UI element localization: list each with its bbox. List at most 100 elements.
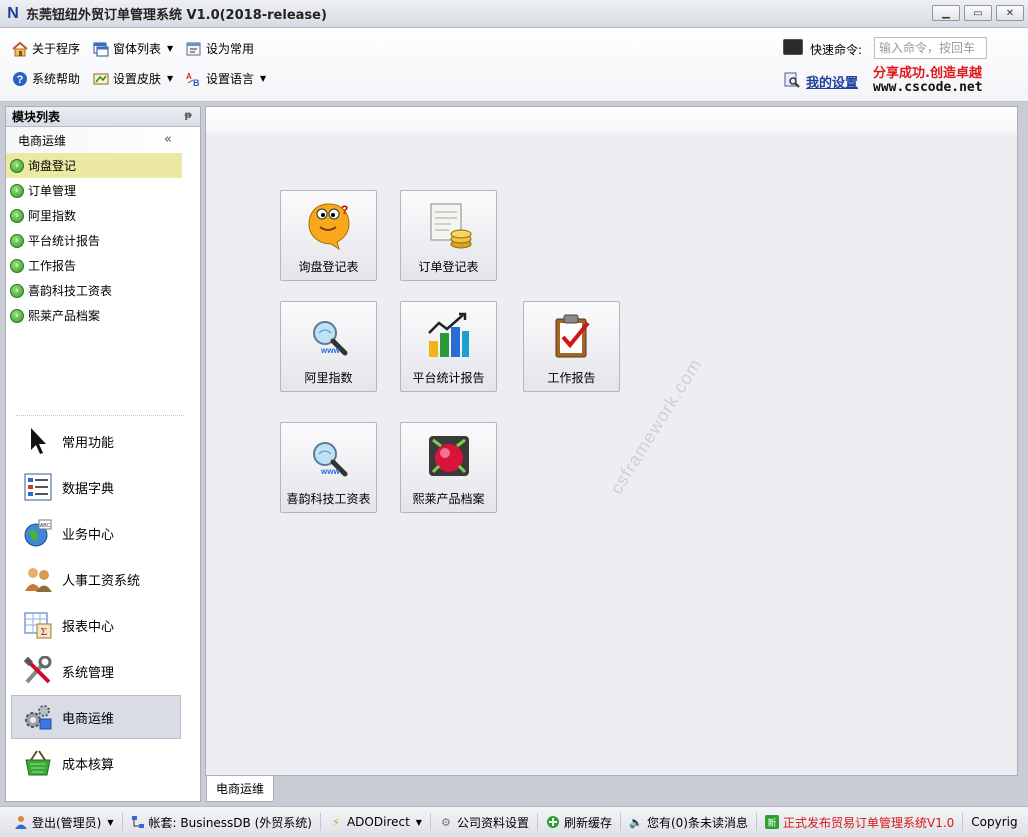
refresh-cache-button[interactable]: 刷新缓存	[538, 813, 621, 831]
my-settings-link[interactable]: 我的设置	[784, 72, 858, 91]
nav-item-label: 成本核算	[62, 757, 115, 773]
tile-label: 阿里指数	[304, 371, 353, 385]
people-icon	[22, 563, 54, 595]
tile-product-archive[interactable]: 熙莱产品档案	[400, 422, 497, 513]
messages-button[interactable]: 🔈 您有(0)条未读消息	[621, 813, 757, 831]
cursor-icon	[22, 425, 54, 457]
skin-menu[interactable]: 设置皮肤 ▼	[93, 70, 173, 87]
nav-item-ecommerce[interactable]: 电商运维	[11, 695, 181, 739]
chevron-down-icon: ▼	[415, 817, 422, 827]
logout-label: 登出(管理员)	[32, 815, 102, 830]
tile-salary[interactable]: www 喜韵科技工资表	[280, 422, 377, 513]
tile-ali-index[interactable]: www 阿里指数	[280, 301, 377, 392]
gears-icon	[22, 701, 54, 733]
window-controls: ▁ ▭ ✕	[932, 5, 1024, 21]
arrow-right-icon: ›	[10, 258, 24, 273]
account-info: 帐套: BusinessDB (外贸系统)	[123, 813, 321, 831]
company-settings-label: 公司资料设置	[456, 815, 529, 830]
help-icon: ?	[12, 71, 28, 87]
list-icon	[22, 471, 54, 503]
help-button[interactable]: ? 系统帮助	[12, 70, 80, 87]
connection-menu[interactable]: ⚡ ADODirect ▼	[321, 813, 431, 831]
module-item-label: 喜韵科技工资表	[28, 284, 113, 298]
module-item[interactable]: › 熙莱产品档案	[6, 303, 182, 328]
logout-button[interactable]: 登出(管理员) ▼	[6, 813, 123, 831]
tools-icon	[22, 655, 54, 687]
collapse-icon[interactable]: «	[164, 132, 172, 147]
window-list-menu[interactable]: 窗体列表 ▼	[93, 40, 173, 57]
svg-text:?: ?	[341, 203, 348, 217]
quick-command-input[interactable]	[874, 37, 987, 59]
gear-icon: ⚙	[441, 815, 451, 829]
chevron-down-icon: ▼	[167, 74, 174, 83]
terminal-icon	[783, 39, 803, 55]
help-label: 系统帮助	[32, 72, 81, 86]
minimize-button[interactable]: ▁	[932, 5, 960, 21]
main-content: ? 询盘登记表 订单登记表 www 阿里指数 平台统计报告 工作报告 www 喜…	[205, 106, 1018, 776]
module-panel: 模块列表 ᵽ 电商运维 « › 询盘登记 › 订单管理 › 阿里指数 › 平台统…	[5, 106, 201, 802]
speaker-icon: 🔈	[629, 815, 643, 829]
windows-icon	[93, 41, 109, 57]
nav-item-dictionary[interactable]: 数据字典	[11, 465, 181, 509]
module-item[interactable]: › 询盘登记	[6, 153, 182, 178]
ledger-coins-icon	[422, 200, 476, 250]
module-item-label: 熙莱产品档案	[28, 309, 101, 323]
nav-item-common[interactable]: 常用功能	[11, 419, 181, 463]
basket-icon	[22, 747, 54, 779]
tile-order[interactable]: 订单登记表	[400, 190, 497, 281]
tile-platform-report[interactable]: 平台统计报告	[400, 301, 497, 392]
arrow-right-icon: ›	[10, 283, 24, 298]
module-item-label: 工作报告	[28, 259, 77, 273]
form-icon	[186, 41, 202, 57]
divider	[16, 415, 184, 416]
toolbar: 关于程序 窗体列表 ▼ 设为常用 ? 系统帮助 设置皮肤 ▼ AB 设置语言 ▼…	[0, 28, 1028, 102]
set-common-button[interactable]: 设为常用	[186, 40, 254, 57]
tab-ecommerce[interactable]: 电商运维	[206, 776, 274, 802]
module-item[interactable]: › 喜韵科技工资表	[6, 278, 182, 303]
lightning-icon: ⚡	[332, 815, 340, 829]
svg-text:Σ: Σ	[41, 626, 47, 638]
svg-text:ABC: ABC	[40, 523, 51, 529]
module-item-label: 询盘登记	[28, 159, 77, 173]
account-label: 帐套: BusinessDB (外贸系统)	[148, 815, 312, 830]
nav-item-system[interactable]: 系统管理	[11, 649, 181, 693]
nav-item-business[interactable]: ABC 业务中心	[11, 511, 181, 555]
set-common-label: 设为常用	[206, 42, 255, 56]
copyright: Copyrig	[963, 813, 1025, 831]
company-settings-button[interactable]: ⚙ 公司资料设置	[431, 813, 538, 831]
nav-item-label: 报表中心	[62, 619, 115, 635]
module-item-label: 平台统计报告	[28, 234, 101, 248]
nav-item-label: 电商运维	[62, 711, 115, 727]
language-menu[interactable]: AB 设置语言 ▼	[186, 70, 266, 87]
nav-item-label: 数据字典	[62, 481, 115, 497]
nav-item-cost[interactable]: 成本核算	[11, 741, 181, 785]
plus-icon	[546, 815, 560, 829]
release-label: 正式发布贸易订单管理系统V1.0	[782, 815, 955, 830]
about-button[interactable]: 关于程序	[12, 40, 80, 57]
svg-text:?: ?	[17, 74, 24, 86]
tile-inquiry[interactable]: ? 询盘登记表	[280, 190, 377, 281]
chevron-down-icon: ▼	[107, 817, 114, 827]
nav-item-report[interactable]: Σ 报表中心	[11, 603, 181, 647]
module-item[interactable]: › 平台统计报告	[6, 228, 182, 253]
close-button[interactable]: ✕	[996, 5, 1024, 21]
module-item[interactable]: › 订单管理	[6, 178, 182, 203]
module-group-title[interactable]: 电商运维 «	[6, 127, 200, 153]
slogan-line-1: 分享成功.创造卓越	[873, 66, 982, 81]
pin-icon[interactable]: ᵽ	[185, 110, 192, 121]
tile-work-report[interactable]: 工作报告	[523, 301, 620, 392]
arrow-right-icon: ›	[10, 308, 24, 323]
module-item[interactable]: › 阿里指数	[6, 203, 182, 228]
nav-item-hr[interactable]: 人事工资系统	[11, 557, 181, 601]
www-search-icon: www	[302, 311, 356, 361]
network-icon	[131, 815, 145, 829]
tile-label: 熙莱产品档案	[412, 492, 485, 506]
language-icon: AB	[186, 71, 202, 87]
window-title: 东莞钮纽外贸订单管理系统 V1.0(2018-release)	[26, 8, 327, 23]
maximize-button[interactable]: ▭	[964, 5, 992, 21]
my-settings-label[interactable]: 我的设置	[806, 72, 858, 91]
module-item[interactable]: › 工作报告	[6, 253, 182, 278]
svg-text:www: www	[320, 467, 340, 476]
tile-label: 平台统计报告	[412, 371, 485, 385]
skin-label: 设置皮肤	[113, 72, 162, 86]
